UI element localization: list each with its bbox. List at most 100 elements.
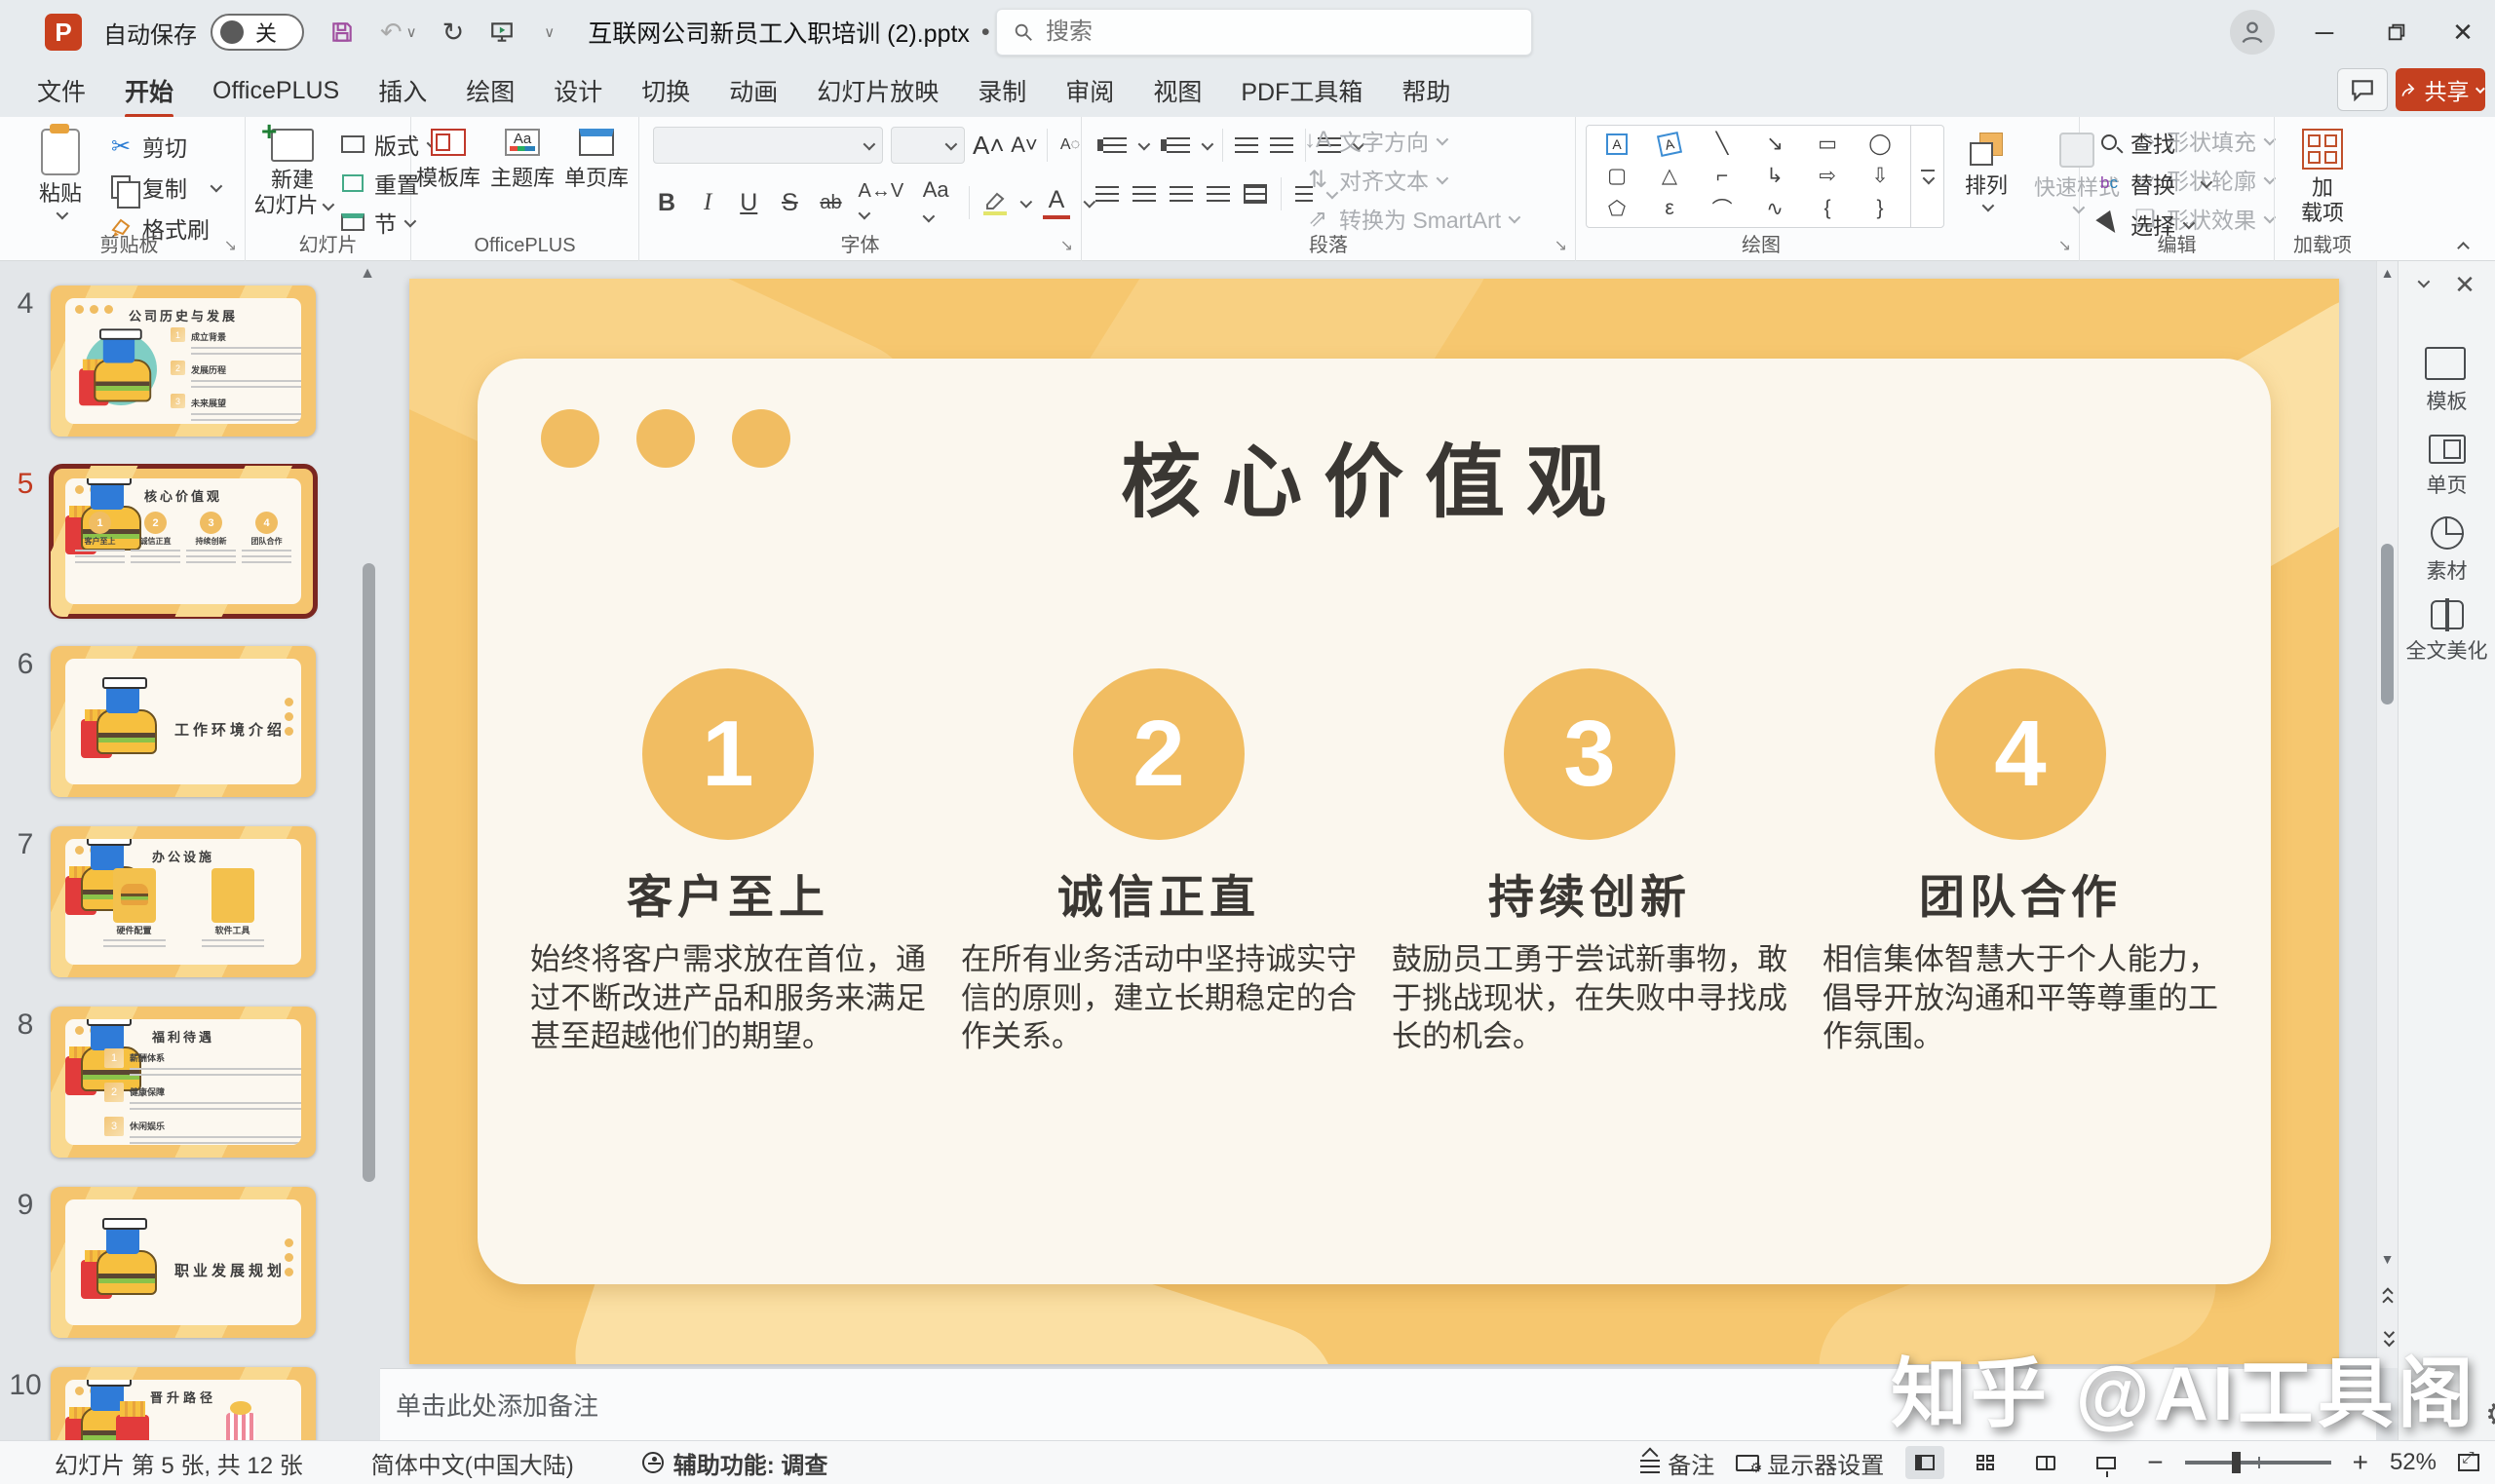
panel-scrollbar-thumb[interactable] <box>363 563 375 1182</box>
close-button[interactable]: ✕ <box>2429 0 2495 64</box>
columns-button[interactable] <box>1244 184 1267 204</box>
align-right-button[interactable] <box>1170 186 1193 202</box>
scrollbar-thumb[interactable] <box>2381 544 2394 704</box>
sidebar-item-beautify[interactable]: 全文美化 <box>2399 600 2495 665</box>
left-brace-shape-icon[interactable]: { <box>1823 197 1830 220</box>
numbering-button[interactable] <box>1167 137 1190 153</box>
slideshow-view-button[interactable] <box>2087 1446 2126 1479</box>
addins-button[interactable]: 加 载项 <box>2286 117 2359 227</box>
ribbon-tab[interactable]: 设计 <box>538 65 618 116</box>
justify-button[interactable] <box>1207 186 1230 202</box>
align-text-button[interactable]: ⇅ 对齐文本 <box>1304 164 1517 195</box>
paragraph-dialog-launcher-icon[interactable]: ↘ <box>1555 236 1567 255</box>
zoom-slider-thumb[interactable] <box>2232 1452 2241 1473</box>
undo-button[interactable]: ↶∨ <box>380 18 417 48</box>
account-avatar[interactable] <box>2230 10 2275 55</box>
fit-slide-to-window-button[interactable] <box>2458 1454 2479 1471</box>
shape-gallery[interactable]: A A ╲ ↘ ▭ ◯ ▢ △ ⌐ ↳ ⇨ ⇩ ⬠ ε ⌒ ∿ { <box>1586 125 1944 228</box>
slide[interactable]: 核心价值观 1 客户至上 始终将客户需求放在首位，通过不断改进产品和服务来满足甚… <box>409 279 2339 1364</box>
bold-button[interactable]: B <box>653 189 680 217</box>
block-arrow-down-shape-icon[interactable]: ⇩ <box>1871 164 1889 188</box>
paste-button[interactable]: 粘贴 <box>21 117 99 219</box>
ribbon-tab[interactable]: 插入 <box>363 65 442 116</box>
panel-scroll-up-icon[interactable]: ▲ <box>360 265 375 283</box>
font-size-select[interactable] <box>891 127 965 164</box>
highlight-color-button[interactable] <box>983 191 1007 215</box>
value-column[interactable]: 4 团队合作 相信集体智慧大于个人能力，倡导开放沟通和平等尊重的工作氛围。 <box>1813 668 2228 1056</box>
underline-button[interactable]: U <box>735 189 762 217</box>
restore-button[interactable] <box>2362 0 2431 64</box>
scroll-up-icon[interactable]: ▲ <box>2377 265 2398 281</box>
ribbon-tab[interactable]: 幻灯片放映 <box>801 65 954 116</box>
arrange-button[interactable]: 排列 <box>1950 121 2022 211</box>
ribbon-tab[interactable]: PDF工具箱 <box>1225 65 1378 116</box>
replace-button[interactable]: bc 替换 <box>2095 166 2209 201</box>
strikethrough-button[interactable]: S <box>776 189 803 217</box>
text-box-shape-icon[interactable]: A <box>1606 133 1628 155</box>
accessibility-status[interactable]: 辅助功能: 调查 <box>642 1446 828 1480</box>
increase-font-size-button[interactable]: A˄ <box>973 131 1002 161</box>
share-button[interactable]: 共享 <box>2396 68 2485 111</box>
text-direction-button[interactable]: ↓A 文字方向 <box>1304 125 1517 156</box>
change-case-button[interactable]: Aa <box>923 177 956 228</box>
elbow-connector-shape-icon[interactable]: ⌐ <box>1716 165 1728 188</box>
slide-sorter-view-button[interactable] <box>1966 1446 2005 1479</box>
zoom-level[interactable]: 52% <box>2390 1449 2437 1476</box>
rectangle-shape-icon[interactable]: ▭ <box>1818 132 1837 156</box>
comments-button[interactable] <box>2337 68 2388 111</box>
ribbon-tab[interactable]: 文件 <box>21 65 101 116</box>
redo-button[interactable]: ↻ <box>442 18 465 48</box>
vertical-text-box-shape-icon[interactable]: A <box>1657 132 1682 157</box>
ribbon-tab[interactable]: 录制 <box>962 65 1042 116</box>
slide-thumbnail[interactable]: 职业发展规划 <box>51 1187 316 1338</box>
right-brace-shape-icon[interactable]: } <box>1876 197 1883 220</box>
ribbon-tab[interactable]: 切换 <box>626 65 706 116</box>
slide-title[interactable]: 核心价值观 <box>478 417 2271 533</box>
arc-shape-icon[interactable]: ⌒ <box>1712 194 1733 223</box>
slide-thumbnail[interactable]: 办公设施 硬件配置 <box>51 826 316 977</box>
sidebar-collapse-icon[interactable] <box>2418 276 2431 288</box>
previous-slide-button[interactable] <box>2384 1289 2392 1306</box>
slide-thumbnail[interactable]: 工作环境介绍 <box>51 646 316 797</box>
font-name-select[interactable] <box>653 127 883 164</box>
italic-button[interactable]: I <box>694 189 721 216</box>
drawing-dialog-launcher-icon[interactable]: ↘ <box>2058 236 2071 255</box>
ribbon-tab[interactable]: OfficePLUS <box>197 69 355 113</box>
decrease-indent-button[interactable] <box>1235 137 1258 153</box>
ribbon-tab[interactable]: 帮助 <box>1386 65 1466 116</box>
slide-canvas[interactable]: 核心价值观 1 客户至上 始终将客户需求放在首位，通过不断改进产品和服务来满足甚… <box>380 261 2376 1368</box>
slide-content-card[interactable]: 核心价值观 1 客户至上 始终将客户需求放在首位，通过不断改进产品和服务来满足甚… <box>478 359 2271 1284</box>
sidebar-item-template[interactable]: 模板 <box>2399 351 2495 415</box>
sidebar-close-icon[interactable]: ✕ <box>2454 279 2476 290</box>
oval-shape-icon[interactable]: ◯ <box>1868 132 1892 156</box>
next-slide-button[interactable] <box>2384 1330 2392 1347</box>
notes-toggle-button[interactable]: 备注 <box>1640 1446 1714 1480</box>
sidebar-item-single-page[interactable]: 单页 <box>2399 435 2495 499</box>
ribbon-tab[interactable]: 动画 <box>713 65 793 116</box>
value-column[interactable]: 2 诚信正直 在所有业务活动中坚持诚实守信的原则，建立长期稳定的合作关系。 <box>951 668 1366 1056</box>
clear-formatting-button[interactable]: A◌ <box>1056 136 1085 154</box>
reading-view-button[interactable] <box>2026 1446 2065 1479</box>
elbow-arrow-shape-icon[interactable]: ↳ <box>1766 164 1784 188</box>
scribble-shape-icon[interactable]: ε <box>1665 197 1673 220</box>
editor-vertical-scrollbar[interactable]: ▲ ▼ <box>2376 261 2398 1368</box>
curve-shape-icon[interactable]: ∿ <box>1766 197 1784 221</box>
display-settings-button[interactable]: 显示器设置 <box>1736 1446 1884 1480</box>
shape-gallery-more-button[interactable] <box>1910 126 1943 227</box>
line-shape-icon[interactable]: ╲ <box>1716 132 1729 156</box>
slide-thumbnail[interactable]: 福利待遇 薪酬体系 <box>51 1007 316 1158</box>
sidebar-item-materials[interactable]: 素材 <box>2399 516 2495 585</box>
arrow-shape-icon[interactable]: ↘ <box>1766 132 1784 156</box>
slide-thumbnail[interactable]: 核心价值观 客户至上 <box>51 466 316 617</box>
scroll-down-icon[interactable]: ▼ <box>2377 1251 2398 1267</box>
ribbon-tab[interactable]: 审阅 <box>1050 65 1130 116</box>
cut-button[interactable]: ✂ 剪切 <box>107 129 219 164</box>
bullets-button[interactable] <box>1103 137 1127 153</box>
notes-pane[interactable]: 单击此处添加备注 <box>380 1368 2376 1440</box>
slideshow-icon[interactable] <box>489 19 515 45</box>
slide-thumbnail[interactable]: 公司历史与发展 成立背景 <box>51 285 316 437</box>
align-center-button[interactable] <box>1132 186 1156 202</box>
search-input[interactable] <box>1046 19 1494 46</box>
triangle-shape-icon[interactable]: △ <box>1662 164 1677 188</box>
block-arrow-right-shape-icon[interactable]: ⇨ <box>1819 164 1836 188</box>
